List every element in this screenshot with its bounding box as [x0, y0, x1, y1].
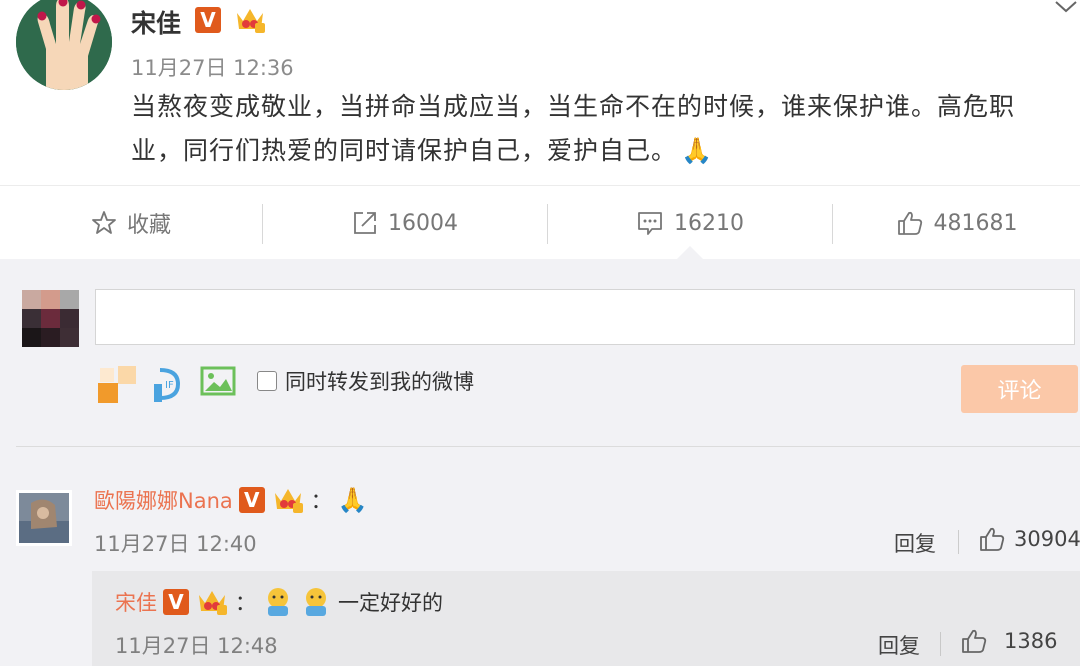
comment-like-button[interactable]: 30904 — [978, 526, 1080, 552]
pray-emoji: 🙏 — [337, 486, 368, 514]
thumbs-up-icon — [897, 211, 922, 235]
comment-icon — [638, 212, 662, 235]
reply-like-button[interactable]: 1386 — [960, 628, 1057, 654]
image-icon[interactable] — [200, 366, 236, 396]
repost-count: 16004 — [388, 210, 458, 236]
pixelated-avatar-icon — [22, 290, 79, 347]
comment-input[interactable] — [95, 289, 1075, 345]
hug-emoji-icon — [268, 588, 288, 616]
post-text-line-2-text: 业，同行们热爱的同时请保护自己，爱护自己。 — [131, 136, 678, 165]
post-time[interactable]: 11月27日 12:36 — [131, 52, 294, 82]
author-name[interactable]: 宋佳 — [131, 4, 181, 40]
chevron-down-icon[interactable] — [1054, 0, 1078, 14]
verified-badge-icon: V — [163, 589, 189, 615]
pray-emoji: 🙏 — [681, 136, 714, 165]
thumbs-up-icon — [962, 629, 987, 653]
crown-vip-icon — [199, 591, 227, 615]
svg-text:IF: IF — [165, 380, 174, 391]
like-button[interactable]: 481681 — [833, 186, 1080, 260]
favorite-button[interactable]: 收藏 — [0, 186, 262, 260]
star-icon — [92, 211, 116, 234]
action-bar: 收藏 16004 16210 481681 — [0, 185, 1080, 260]
author-avatar[interactable] — [16, 0, 112, 90]
hand-icon — [16, 0, 112, 90]
comment-time: 11月27日 12:40 — [94, 532, 257, 556]
reply-action-divider — [940, 632, 941, 656]
post-text: 当熬夜变成敬业，当拼命当成应当，当生命不在的时候，谁来保护谁。高危职 业，同行们… — [131, 85, 1071, 173]
submit-comment-button[interactable]: 评论 — [961, 365, 1078, 413]
repost-checkbox[interactable] — [257, 371, 277, 391]
reply-author-name[interactable]: 宋佳 — [115, 587, 157, 617]
repost-icon — [354, 212, 376, 234]
repost-button[interactable]: 16004 — [263, 186, 547, 260]
commenter-avatar[interactable] — [16, 490, 72, 546]
crown-vip-icon — [274, 489, 303, 513]
like-count: 481681 — [933, 210, 1018, 236]
reply-colon: ： — [235, 591, 256, 615]
verified-badge-icon: V — [195, 7, 221, 33]
current-user-avatar — [22, 290, 79, 347]
weibo-post: 宋佳 V 11月27日 12:36 当熬夜变成敬业，当拼命当成应当，当生命不在的… — [0, 0, 1080, 185]
hug-emoji-icon — [306, 588, 326, 616]
reply-like-count: 1386 — [1004, 629, 1058, 653]
thumbs-up-icon — [980, 527, 1005, 551]
gif-icon[interactable]: IF — [150, 364, 184, 404]
favorite-label: 收藏 — [126, 213, 171, 238]
post-text-line-2: 业，同行们热爱的同时请保护自己，爱护自己。 🙏 — [131, 129, 1071, 173]
reply-time: 11月27日 12:48 — [115, 634, 278, 658]
comment-action-divider — [958, 530, 959, 554]
comment-colon: ： — [310, 489, 332, 513]
comment-count: 16210 — [674, 210, 744, 236]
comment-reply-button[interactable]: 回复 — [894, 528, 936, 558]
commenter-photo-icon — [19, 493, 69, 543]
post-text-line-1: 当熬夜变成敬业，当拼命当成应当，当生命不在的时候，谁来保护谁。高危职 — [131, 92, 1016, 121]
reply-text: 一定好好的 — [338, 591, 443, 615]
reply-reply-button[interactable]: 回复 — [878, 630, 920, 660]
crown-vip-icon — [237, 9, 265, 33]
comment-header: 歐陽娜娜Nana V ： 🙏 — [94, 485, 368, 515]
section-divider — [16, 446, 1080, 447]
commenter-name[interactable]: 歐陽娜娜Nana — [94, 485, 233, 515]
reply-header: 宋佳 V ： 一定好好的 — [115, 586, 443, 618]
verified-badge-icon: V — [238, 487, 265, 513]
comment-caret — [676, 246, 704, 260]
repost-checkbox-label[interactable]: 同时转发到我的微博 — [285, 366, 474, 396]
comment-like-count: 30904 — [1014, 527, 1080, 551]
emoji-icon[interactable] — [98, 366, 138, 404]
